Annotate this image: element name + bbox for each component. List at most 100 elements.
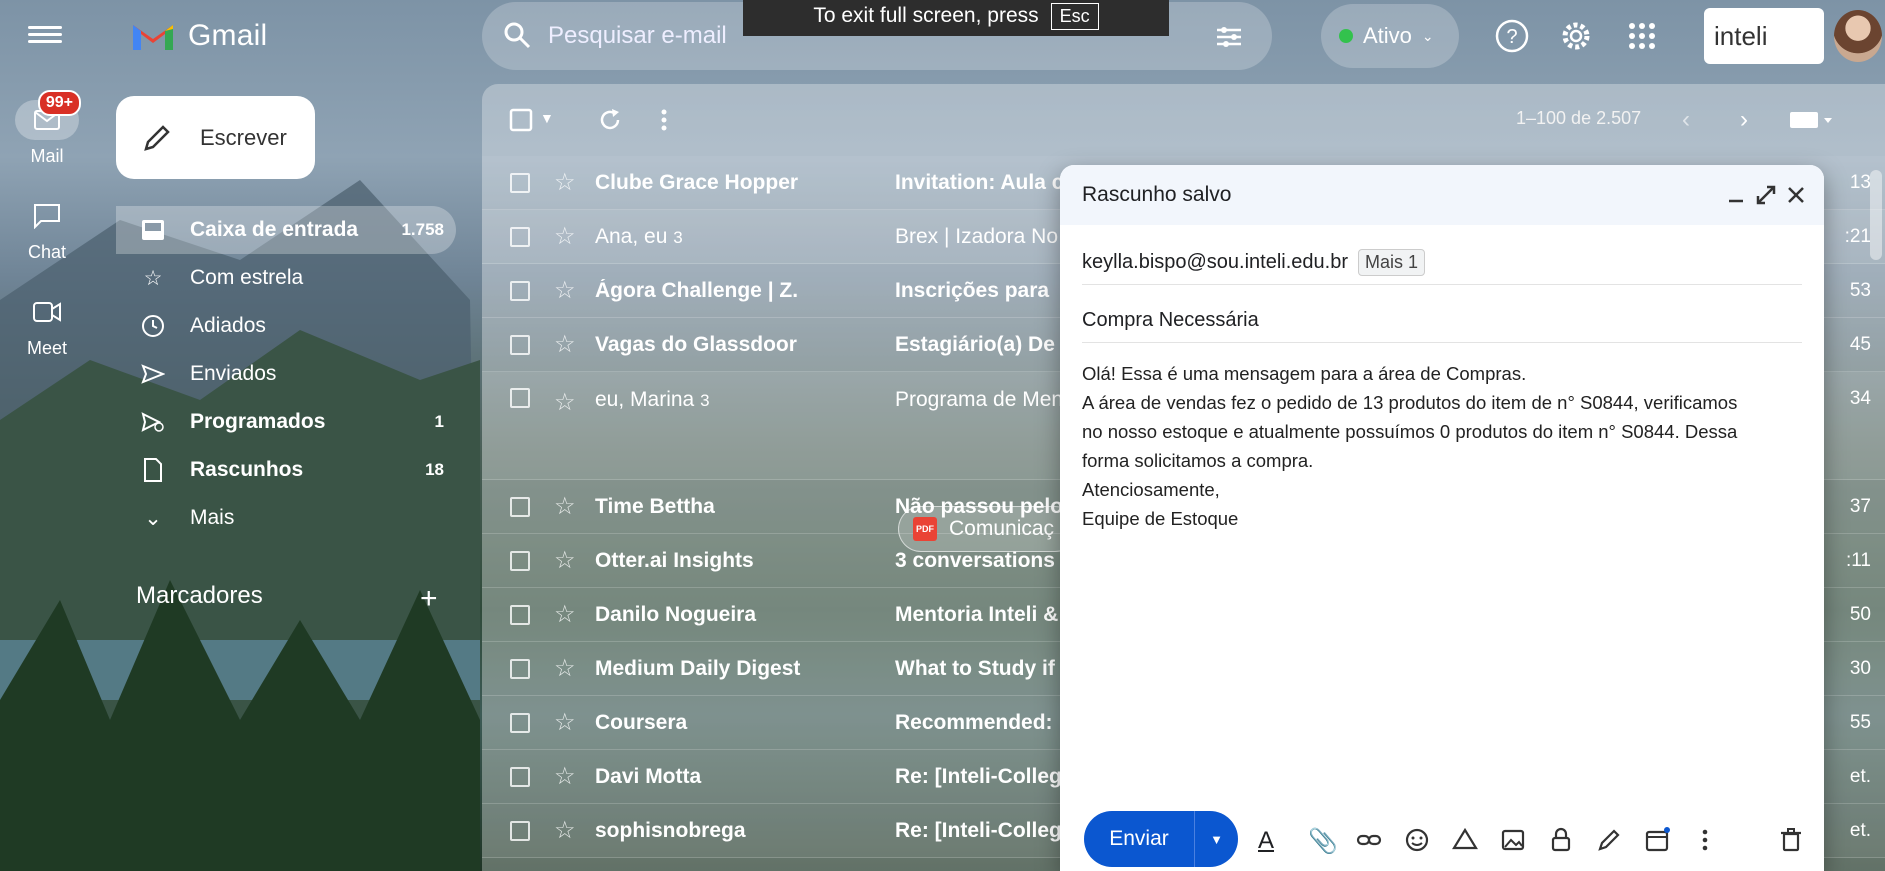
- nav-snoozed[interactable]: Adiados: [116, 302, 456, 350]
- thread-count: 3: [673, 227, 683, 247]
- scrollbar-thumb[interactable]: [1870, 170, 1882, 260]
- more-actions-icon[interactable]: [650, 106, 678, 134]
- nav-more[interactable]: ⌄ Mais: [116, 494, 456, 542]
- expand-icon[interactable]: [1754, 183, 1778, 207]
- more-recipients-chip[interactable]: Mais 1: [1358, 249, 1426, 276]
- row-checkbox[interactable]: [510, 550, 530, 571]
- emoji-icon[interactable]: [1404, 827, 1430, 853]
- subject-text: Compra Necessária: [1082, 309, 1259, 331]
- close-icon[interactable]: [1784, 183, 1808, 207]
- send-button-group: Enviar ▼: [1084, 811, 1238, 867]
- org-logo[interactable]: inteli: [1704, 8, 1824, 64]
- row-checkbox[interactable]: [510, 604, 530, 625]
- add-label-icon[interactable]: +: [420, 582, 438, 616]
- row-checkbox[interactable]: [510, 496, 530, 517]
- search-icon[interactable]: [502, 20, 532, 50]
- discard-draft-trash-icon[interactable]: [1778, 827, 1804, 853]
- body-line: Olá! Essa é uma mensagem para a área de …: [1082, 363, 1527, 384]
- org-logo-text: inteli: [1714, 20, 1768, 51]
- formatting-options-icon[interactable]: A: [1258, 827, 1284, 854]
- row-checkbox[interactable]: [510, 388, 530, 408]
- refresh-icon[interactable]: [596, 106, 624, 134]
- subject-field[interactable]: Compra Necessária: [1082, 299, 1802, 343]
- keyboard-icon[interactable]: [1788, 106, 1836, 134]
- row-checkbox[interactable]: [510, 226, 530, 247]
- message-body[interactable]: Olá! Essa é uma mensagem para a área de …: [1082, 359, 1802, 533]
- row-sender: Otter.ai Insights: [595, 548, 754, 572]
- help-icon[interactable]: ?: [1494, 18, 1530, 54]
- send-button[interactable]: Enviar: [1084, 811, 1194, 867]
- attachment-chip[interactable]: PDF Comunicaç: [898, 506, 1078, 552]
- more-options-icon[interactable]: [1692, 827, 1718, 853]
- prev-page-icon[interactable]: ‹: [1682, 106, 1710, 134]
- star-icon[interactable]: ☆: [554, 492, 576, 521]
- row-checkbox[interactable]: [510, 658, 530, 679]
- star-icon[interactable]: ☆: [554, 546, 576, 575]
- row-checkbox[interactable]: [510, 334, 530, 355]
- insert-link-icon[interactable]: [1356, 827, 1382, 853]
- svg-text:?: ?: [1506, 26, 1517, 48]
- select-all-checkbox[interactable]: [508, 106, 536, 134]
- compose-button[interactable]: Escrever: [116, 96, 315, 179]
- labels-heading: Marcadores: [136, 582, 263, 609]
- list-toolbar: ▼ 1–100 de 2.507 ‹ ›: [482, 84, 1885, 156]
- rail-mail-label: Mail: [30, 146, 64, 166]
- account-avatar[interactable]: [1834, 10, 1882, 62]
- row-checkbox[interactable]: [510, 172, 530, 193]
- row-checkbox[interactable]: [510, 766, 530, 787]
- search-input[interactable]: Pesquisar e-mail: [548, 22, 727, 50]
- recipients-field[interactable]: keylla.bispo@sou.inteli.edu.br Mais 1: [1082, 241, 1802, 285]
- fullscreen-notice-text: To exit full screen, press: [813, 4, 1039, 27]
- gmail-logo[interactable]: Gmail: [130, 18, 267, 54]
- row-time: :11: [1845, 549, 1871, 571]
- nav-scheduled[interactable]: Programados 1: [116, 398, 456, 446]
- chevron-down-icon: ⌄: [1421, 27, 1434, 44]
- rail-mail[interactable]: 99+ Mail: [0, 90, 94, 167]
- row-subject: Re: [Inteli-Colleg: [895, 818, 1062, 842]
- search-options-icon[interactable]: [1214, 22, 1244, 52]
- row-checkbox[interactable]: [510, 820, 530, 841]
- main-menu-button[interactable]: [28, 22, 62, 50]
- compose-button-label: Escrever: [200, 124, 287, 150]
- settings-gear-icon[interactable]: [1558, 18, 1594, 54]
- row-subject: Recommended:: [895, 710, 1053, 734]
- signature-pen-icon[interactable]: [1596, 827, 1622, 853]
- star-icon[interactable]: ☆: [554, 330, 576, 359]
- status-selector[interactable]: Ativo ⌄: [1321, 4, 1459, 68]
- star-icon[interactable]: ☆: [554, 276, 576, 305]
- row-sender: Coursera: [595, 710, 688, 734]
- compose-header[interactable]: Rascunho salvo: [1060, 165, 1824, 225]
- row-time: 55: [1849, 711, 1871, 733]
- nav-drafts[interactable]: Rascunhos 18: [116, 446, 456, 494]
- star-icon[interactable]: ☆: [554, 222, 576, 251]
- rail-meet[interactable]: Meet: [0, 292, 94, 359]
- star-icon[interactable]: ☆: [554, 168, 576, 197]
- row-checkbox[interactable]: [510, 712, 530, 733]
- star-icon[interactable]: ☆: [554, 600, 576, 629]
- schedule-send-icon[interactable]: [1644, 827, 1670, 853]
- nav-starred[interactable]: ☆ Com estrela: [116, 254, 456, 302]
- attachment-name: Comunicaç: [949, 517, 1055, 540]
- star-icon[interactable]: ☆: [554, 708, 576, 737]
- pagination-text: 1–100 de 2.507: [1516, 108, 1642, 128]
- star-icon[interactable]: ☆: [554, 762, 576, 791]
- star-icon[interactable]: ☆: [554, 388, 576, 417]
- select-dropdown-icon[interactable]: ▼: [540, 110, 568, 138]
- confidential-mode-icon[interactable]: [1548, 827, 1574, 853]
- rail-chat[interactable]: Chat: [0, 196, 94, 263]
- attach-file-icon[interactable]: 📎: [1308, 827, 1338, 855]
- nav-inbox[interactable]: Caixa de entrada 1.758: [116, 206, 456, 254]
- insert-photo-icon[interactable]: [1500, 827, 1526, 853]
- next-page-icon[interactable]: ›: [1740, 106, 1768, 134]
- send-options-button[interactable]: ▼: [1194, 811, 1238, 867]
- row-subject: Invitation: Aula c: [895, 170, 1064, 194]
- row-checkbox[interactable]: [510, 280, 530, 301]
- google-drive-icon[interactable]: [1452, 827, 1478, 853]
- inbox-icon: [140, 217, 166, 243]
- star-icon[interactable]: ☆: [554, 654, 576, 683]
- apps-grid-icon[interactable]: [1624, 18, 1660, 54]
- minimize-icon[interactable]: [1724, 183, 1748, 207]
- star-icon: ☆: [143, 266, 163, 290]
- nav-sent[interactable]: Enviados: [116, 350, 456, 398]
- star-icon[interactable]: ☆: [554, 816, 576, 845]
